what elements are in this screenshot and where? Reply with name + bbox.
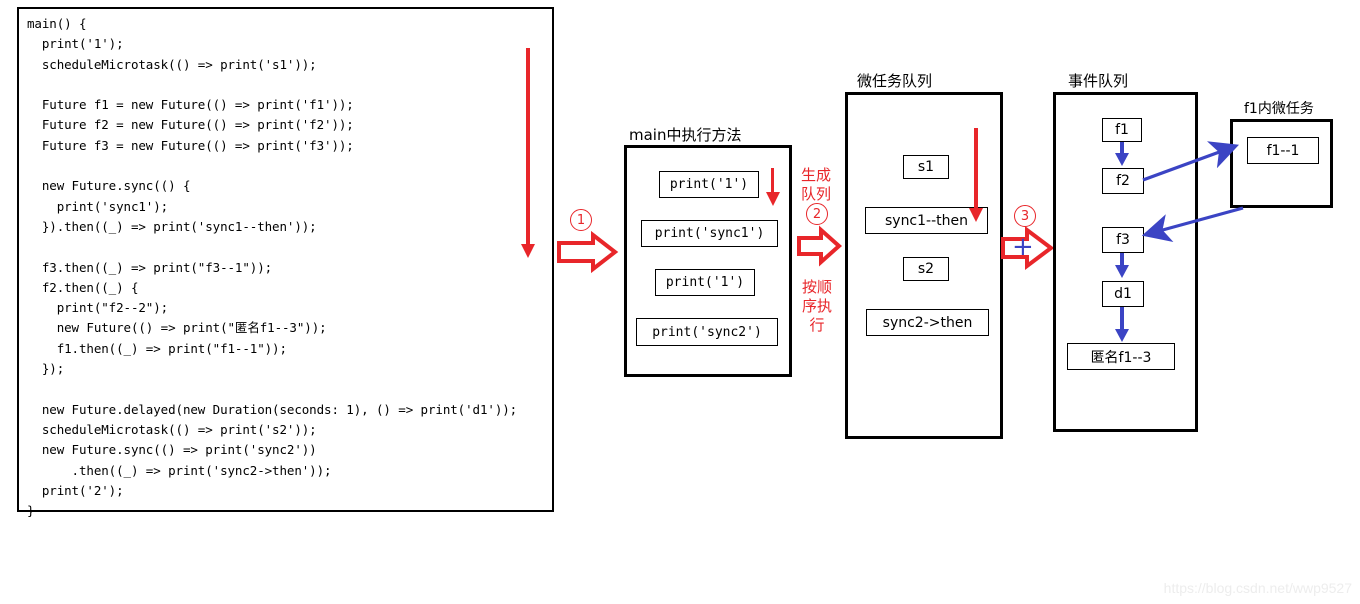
event-link-2-3-head bbox=[1115, 265, 1129, 278]
main-exec-item-0-label: print('1') bbox=[669, 177, 749, 192]
event-link-3-4-head bbox=[1115, 329, 1129, 342]
event-item-4-label: 匿名f1--3 bbox=[1090, 349, 1152, 366]
event-item-3: d1 bbox=[1102, 281, 1144, 307]
event-item-4: 匿名f1--3 bbox=[1067, 343, 1175, 370]
event-item-1: f2 bbox=[1102, 168, 1144, 194]
f1-microtask-item-0-label: f1--1 bbox=[1266, 142, 1300, 159]
step-2-badge-label: 2 bbox=[812, 206, 822, 222]
step-2-badge: 2 bbox=[806, 203, 828, 225]
main-exec-item-1: print('sync1') bbox=[641, 220, 778, 247]
f1-microtask-panel: f1--1 bbox=[1230, 119, 1333, 208]
step-1-badge-label: 1 bbox=[576, 212, 586, 228]
event-queue-title: 事件队列 bbox=[1068, 72, 1129, 90]
event-item-0-label: f1 bbox=[1115, 122, 1129, 138]
microtask-item-3-label: sync2->then bbox=[882, 314, 973, 331]
event-item-2: f3 bbox=[1102, 227, 1144, 253]
microtask-item-1-label: sync1--then bbox=[884, 212, 968, 229]
microtask-item-0-label: s1 bbox=[917, 159, 935, 175]
source-code-panel: main() { print('1'); scheduleMicrotask((… bbox=[17, 7, 554, 518]
f1-microtask-item-0: f1--1 bbox=[1247, 137, 1319, 164]
main-exec-item-0: print('1') bbox=[659, 171, 759, 198]
microtask-flow-head bbox=[969, 208, 983, 222]
f1-microtask-title: f1内微任务 bbox=[1244, 101, 1314, 117]
event-item-3-label: d1 bbox=[1114, 286, 1132, 302]
microtask-queue-title: 微任务队列 bbox=[857, 72, 933, 90]
main-exec-flow-head bbox=[766, 192, 780, 206]
diagram-canvas: main() { print('1'); scheduleMicrotask((… bbox=[0, 0, 1360, 604]
microtask-flow-line bbox=[974, 128, 978, 210]
microtask-item-2: s2 bbox=[903, 257, 949, 281]
microtask-item-0: s1 bbox=[903, 155, 949, 179]
event-item-0: f1 bbox=[1102, 118, 1142, 142]
step-1-block-arrow bbox=[557, 230, 619, 276]
step-3-badge: 3 bbox=[1014, 205, 1036, 227]
main-exec-item-3-label: print('sync2') bbox=[652, 324, 762, 340]
source-code-text: main() { print('1'); scheduleMicrotask((… bbox=[27, 16, 518, 519]
microtask-queue-panel: s1 sync1--then s2 sync2->then bbox=[845, 92, 1003, 439]
main-exec-item-1-label: print('sync1') bbox=[654, 226, 765, 241]
note-sequential-exec: 按顺 序执 行 bbox=[801, 278, 832, 334]
main-exec-item-2: print('1') bbox=[655, 269, 755, 296]
code-flow-arrow-line bbox=[526, 48, 530, 246]
main-exec-item-2-label: print('1') bbox=[665, 275, 745, 290]
code-flow-arrow-head bbox=[521, 244, 535, 258]
step-1-badge: 1 bbox=[570, 209, 592, 231]
main-exec-panel: print('1') print('sync1') print('1') pri… bbox=[624, 145, 792, 377]
event-item-1-label: f2 bbox=[1116, 173, 1130, 189]
event-link-0-1-head bbox=[1115, 153, 1129, 166]
step-3-badge-label: 3 bbox=[1020, 208, 1030, 224]
microtask-item-3: sync2->then bbox=[866, 309, 989, 336]
watermark-text: https://blog.csdn.net/wwp9527 bbox=[1163, 580, 1352, 596]
main-exec-title: main中执行方法 bbox=[629, 126, 742, 144]
microtask-item-2-label: s2 bbox=[917, 261, 935, 277]
event-queue-panel: f1 f2 f3 d1 匿名f1--3 bbox=[1053, 92, 1198, 432]
main-exec-item-3: print('sync2') bbox=[636, 318, 778, 346]
step-2-block-arrow bbox=[797, 225, 843, 269]
note-generate-queue: 生成 队列 bbox=[800, 166, 831, 203]
event-item-2-label: f3 bbox=[1116, 232, 1130, 248]
merge-plus-icon: + bbox=[1012, 232, 1034, 262]
main-exec-flow-line bbox=[771, 168, 774, 194]
